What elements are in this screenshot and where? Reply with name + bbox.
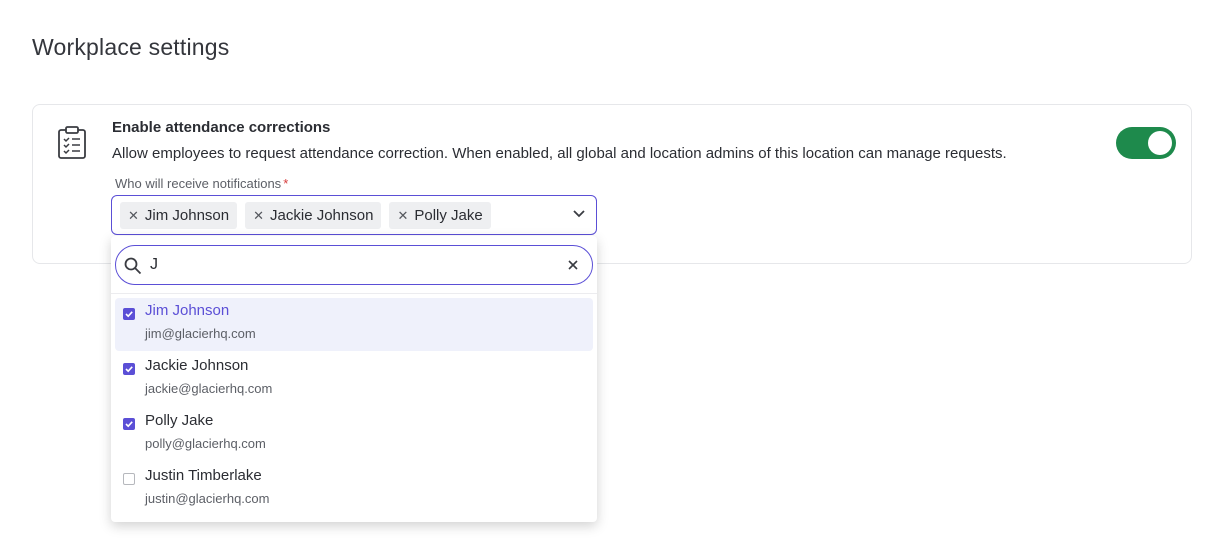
setting-description: Allow employees to request attendance co… bbox=[112, 145, 1007, 162]
option-name: Polly Jake bbox=[145, 412, 214, 429]
toggle-knob bbox=[1148, 131, 1172, 155]
option-name: Justin Timberlake bbox=[145, 467, 262, 484]
option-name: Jackie Johnson bbox=[145, 357, 249, 374]
checkbox[interactable] bbox=[123, 418, 135, 430]
option-email: jim@glacierhq.com bbox=[145, 326, 256, 341]
option-email: jackie@glacierhq.com bbox=[145, 381, 273, 396]
close-icon[interactable]: ✕ bbox=[128, 209, 139, 222]
list-item[interactable]: Jackie Johnson jackie@glacierhq.com bbox=[115, 353, 593, 406]
notifications-label: Who will receive notifications * bbox=[115, 176, 288, 191]
checkbox[interactable] bbox=[123, 473, 135, 485]
option-name: Jim Johnson bbox=[145, 302, 230, 319]
required-indicator: * bbox=[283, 176, 289, 191]
notifications-label-text: Who will receive notifications bbox=[115, 176, 282, 191]
list-item[interactable]: Polly Jake polly@glacierhq.com bbox=[115, 408, 593, 461]
attendance-corrections-toggle[interactable] bbox=[1116, 127, 1176, 159]
page-title: Workplace settings bbox=[32, 34, 230, 60]
setting-title: Enable attendance corrections bbox=[112, 119, 331, 136]
checkbox[interactable] bbox=[123, 363, 135, 375]
chevron-down-icon[interactable] bbox=[572, 209, 586, 219]
option-email: justin@glacierhq.com bbox=[145, 491, 270, 506]
chip-label: Polly Jake bbox=[414, 206, 483, 224]
recipients-dropdown: Jim Johnson jim@glacierhq.com Jackie Joh… bbox=[111, 236, 597, 522]
notifications-recipients-select[interactable]: ✕ Jim Johnson ✕ Jackie Johnson ✕ Polly J… bbox=[111, 195, 597, 235]
recipient-chip: ✕ Jackie Johnson bbox=[245, 201, 382, 229]
list-item[interactable]: Jim Johnson jim@glacierhq.com bbox=[115, 298, 593, 351]
list-item[interactable]: Justin Timberlake justin@glacierhq.com bbox=[115, 463, 593, 516]
checkbox[interactable] bbox=[123, 308, 135, 320]
chip-label: Jim Johnson bbox=[144, 206, 230, 224]
option-email: polly@glacierhq.com bbox=[145, 436, 266, 451]
divider bbox=[111, 293, 597, 294]
recipient-chip: ✕ Polly Jake bbox=[389, 201, 491, 229]
close-icon[interactable]: ✕ bbox=[397, 209, 408, 222]
chip-label: Jackie Johnson bbox=[270, 206, 374, 224]
search-icon bbox=[124, 257, 142, 275]
close-icon[interactable] bbox=[566, 258, 580, 272]
recipient-chip: ✕ Jim Johnson bbox=[120, 201, 238, 229]
clipboard-checklist-icon bbox=[58, 126, 86, 159]
search-field[interactable] bbox=[115, 245, 593, 285]
search-input[interactable] bbox=[150, 254, 550, 276]
close-icon[interactable]: ✕ bbox=[253, 209, 264, 222]
